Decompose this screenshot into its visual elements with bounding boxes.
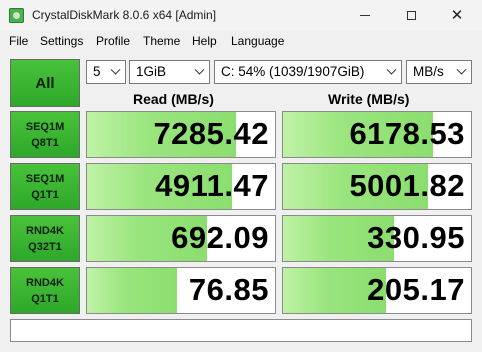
test-params: Q1T1 [31,292,59,305]
test-name: RND4K [26,224,64,237]
write-value: 205.17 [367,272,465,307]
write-result: 6178.53 [282,111,472,158]
write-result: 330.95 [282,215,472,262]
test-rnd4k-q32t1-button[interactable]: RND4K Q32T1 [10,215,80,262]
test-params: Q8T1 [31,136,59,149]
test-params: Q32T1 [28,240,62,253]
write-result: 205.17 [282,267,472,314]
menu-help[interactable]: Help [192,34,217,48]
minimize-button[interactable] [342,0,388,31]
menu-bar: File Settings Profile Theme Help Languag… [0,31,482,51]
test-seq1m-q1t1-button[interactable]: SEQ1M Q1T1 [10,163,80,210]
read-column-header: Read (MB/s) [133,91,214,107]
test-params: Q1T1 [31,188,59,201]
test-size-value: 1GiB [136,64,167,79]
menu-settings[interactable]: Settings [40,34,83,48]
chevron-down-icon [381,61,401,83]
maximize-icon [406,11,416,20]
test-count-select[interactable]: 5 [86,60,126,84]
test-seq1m-q8t1-button[interactable]: SEQ1M Q8T1 [10,111,80,158]
read-result: 76.85 [86,267,276,314]
close-icon: ✕ [450,6,464,24]
read-result: 692.09 [86,215,276,262]
app-icon [9,8,24,23]
test-name: SEQ1M [25,120,65,133]
write-column-header: Write (MB/s) [328,91,410,107]
write-value: 330.95 [367,220,465,255]
unit-value: MB/s [413,64,444,79]
menu-file[interactable]: File [9,34,28,48]
chevron-down-icon [451,61,471,83]
write-value: 5001.82 [349,168,465,203]
read-result: 4911.47 [86,163,276,210]
chevron-down-icon [105,61,125,83]
drive-select[interactable]: C: 54% (1039/1907GiB) [214,60,402,84]
chevron-down-icon [189,61,209,83]
read-value: 76.85 [188,272,269,307]
menu-profile[interactable]: Profile [96,34,130,48]
run-all-button[interactable]: All [10,59,80,107]
maximize-button[interactable] [388,0,434,31]
unit-select[interactable]: MB/s [406,60,472,84]
test-rnd4k-q1t1-button[interactable]: RND4K Q1T1 [10,267,80,314]
test-count-value: 5 [93,64,101,79]
drive-value: C: 54% (1039/1907GiB) [221,64,365,79]
minimize-icon [360,15,370,16]
read-result: 7285.42 [86,111,276,158]
test-name: RND4K [26,276,64,289]
title-bar: CrystalDiskMark 8.0.6 x64 [Admin] ✕ [0,0,482,31]
menu-language[interactable]: Language [231,34,284,48]
write-result: 5001.82 [282,163,472,210]
test-size-select[interactable]: 1GiB [129,60,210,84]
read-value: 7285.42 [153,116,269,151]
app-window: CrystalDiskMark 8.0.6 x64 [Admin] ✕ File… [0,0,482,352]
read-value: 4911.47 [155,168,269,203]
read-value: 692.09 [171,220,269,255]
read-progress-bar [87,268,178,313]
menu-theme[interactable]: Theme [143,34,180,48]
window-title: CrystalDiskMark 8.0.6 x64 [Admin] [32,8,217,22]
test-name: SEQ1M [25,172,65,185]
close-button[interactable]: ✕ [434,0,480,31]
write-value: 6178.53 [349,116,465,151]
status-comment-box[interactable] [10,319,472,342]
